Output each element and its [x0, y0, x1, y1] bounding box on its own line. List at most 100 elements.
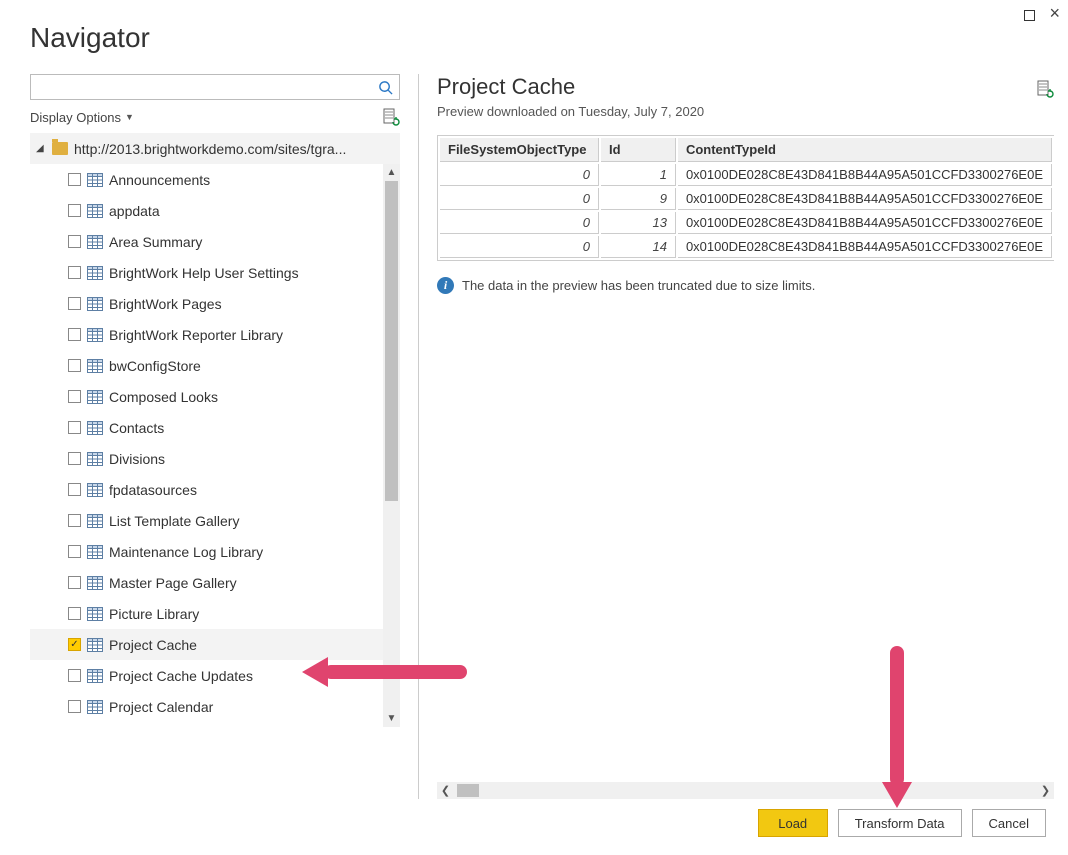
- checkbox[interactable]: [68, 297, 81, 310]
- table-cell: 0: [440, 212, 599, 234]
- tree-item-label: Picture Library: [109, 606, 199, 622]
- checkbox[interactable]: [68, 204, 81, 217]
- table-icon: [87, 235, 103, 249]
- tree-item-label: Project Cache Updates: [109, 668, 253, 684]
- tree-item[interactable]: BrightWork Pages: [30, 288, 383, 319]
- tree-item[interactable]: bwConfigStore: [30, 350, 383, 381]
- scroll-thumb[interactable]: [385, 181, 398, 501]
- scroll-right-icon[interactable]: ❯: [1037, 782, 1054, 799]
- tree-item[interactable]: BrightWork Help User Settings: [30, 257, 383, 288]
- checkbox[interactable]: [68, 390, 81, 403]
- table-row[interactable]: 0140x0100DE028C8E43D841B8B44A95A501CCFD3…: [440, 236, 1052, 258]
- checkbox[interactable]: [68, 576, 81, 589]
- tree-item[interactable]: fpdatasources: [30, 474, 383, 505]
- display-options-dropdown[interactable]: Display Options ▼: [30, 110, 134, 125]
- tree-item[interactable]: appdata: [30, 195, 383, 226]
- checkbox[interactable]: [68, 483, 81, 496]
- table-icon: [87, 545, 103, 559]
- panel-divider: [418, 74, 419, 799]
- tree-item[interactable]: Master Page Gallery: [30, 567, 383, 598]
- tree-item-label: List Template Gallery: [109, 513, 239, 529]
- scroll-down-icon[interactable]: ▼: [383, 710, 400, 727]
- checkbox[interactable]: [68, 173, 81, 186]
- table-cell: 14: [601, 236, 676, 258]
- page-title: Navigator: [0, 0, 1068, 54]
- column-header[interactable]: FileSystemObjectType: [440, 138, 599, 162]
- table-row[interactable]: 090x0100DE028C8E43D841B8B44A95A501CCFD33…: [440, 188, 1052, 210]
- checkbox[interactable]: [68, 421, 81, 434]
- table-icon: [87, 204, 103, 218]
- tree-item[interactable]: Announcements: [30, 164, 383, 195]
- table-icon: [87, 297, 103, 311]
- preview-refresh-icon[interactable]: [1036, 78, 1054, 96]
- tree-item[interactable]: Divisions: [30, 443, 383, 474]
- column-header[interactable]: Id: [601, 138, 676, 162]
- checkbox[interactable]: [68, 669, 81, 682]
- table-icon: [87, 173, 103, 187]
- horizontal-scrollbar[interactable]: ❮ ❯: [437, 782, 1054, 799]
- table-row[interactable]: 0130x0100DE028C8E43D841B8B44A95A501CCFD3…: [440, 212, 1052, 234]
- checkbox[interactable]: [68, 700, 81, 713]
- preview-table: FileSystemObjectType Id ContentTypeId 01…: [437, 135, 1054, 261]
- tree-item-label: Master Page Gallery: [109, 575, 237, 591]
- checkbox[interactable]: ✓: [68, 638, 81, 651]
- hscroll-thumb[interactable]: [457, 784, 479, 797]
- table-cell: 9: [601, 188, 676, 210]
- checkbox[interactable]: [68, 514, 81, 527]
- table-icon: [87, 359, 103, 373]
- vertical-scrollbar[interactable]: ▲ ▼: [383, 164, 400, 727]
- tree-item-label: BrightWork Help User Settings: [109, 265, 299, 281]
- display-options-label: Display Options: [30, 110, 121, 125]
- checkbox[interactable]: [68, 452, 81, 465]
- tree-item[interactable]: Composed Looks: [30, 381, 383, 412]
- checkbox[interactable]: [68, 607, 81, 620]
- tree-item[interactable]: Maintenance Log Library: [30, 536, 383, 567]
- table-icon: [87, 452, 103, 466]
- tree-item[interactable]: Project Status Report Cache: [30, 722, 383, 727]
- tree-item-label: Project Calendar: [109, 699, 213, 715]
- table-icon: [87, 669, 103, 683]
- checkbox[interactable]: [68, 328, 81, 341]
- tree-item-label: Project Cache: [109, 637, 197, 653]
- preview-panel: Project Cache Preview downloaded on Tues…: [437, 74, 1068, 799]
- checkbox[interactable]: [68, 545, 81, 558]
- maximize-icon[interactable]: [1024, 8, 1035, 24]
- cancel-button[interactable]: Cancel: [972, 809, 1046, 837]
- table-icon: [87, 607, 103, 621]
- refresh-icon[interactable]: [382, 108, 400, 126]
- tree-root[interactable]: ◢ http://2013.brightworkdemo.com/sites/t…: [30, 133, 400, 164]
- table-cell: 0: [440, 236, 599, 258]
- info-icon: i: [437, 277, 454, 294]
- column-header[interactable]: ContentTypeId: [678, 138, 1052, 162]
- tree-item[interactable]: Contacts: [30, 412, 383, 443]
- transform-data-button[interactable]: Transform Data: [838, 809, 962, 837]
- search-input[interactable]: [30, 74, 400, 100]
- checkbox[interactable]: [68, 266, 81, 279]
- table-cell: 0: [440, 164, 599, 186]
- close-icon[interactable]: ×: [1049, 8, 1060, 24]
- table-row[interactable]: 010x0100DE028C8E43D841B8B44A95A501CCFD33…: [440, 164, 1052, 186]
- collapse-caret-icon[interactable]: ◢: [36, 143, 46, 154]
- tree-item[interactable]: Project Cache Updates: [30, 660, 383, 691]
- tree-item[interactable]: Picture Library: [30, 598, 383, 629]
- checkbox[interactable]: [68, 359, 81, 372]
- tree-item[interactable]: ✓ Project Cache: [30, 629, 383, 660]
- navigator-panel: Display Options ▼ ◢ http://2013.brightwo…: [0, 74, 400, 799]
- load-button[interactable]: Load: [758, 809, 828, 837]
- tree-item[interactable]: Project Calendar: [30, 691, 383, 722]
- tree-item-label: Area Summary: [109, 234, 202, 250]
- table-icon: [87, 390, 103, 404]
- table-cell: 0x0100DE028C8E43D841B8B44A95A501CCFD3300…: [678, 188, 1052, 210]
- tree-item-label: fpdatasources: [109, 482, 197, 498]
- scroll-up-icon[interactable]: ▲: [383, 164, 400, 181]
- search-icon: [378, 80, 393, 95]
- scroll-left-icon[interactable]: ❮: [437, 782, 454, 799]
- table-cell: 0: [440, 188, 599, 210]
- tree-item[interactable]: List Template Gallery: [30, 505, 383, 536]
- tree-item[interactable]: Area Summary: [30, 226, 383, 257]
- table-icon: [87, 700, 103, 714]
- truncated-message: The data in the preview has been truncat…: [462, 278, 815, 293]
- folder-icon: [52, 142, 68, 155]
- checkbox[interactable]: [68, 235, 81, 248]
- tree-item[interactable]: BrightWork Reporter Library: [30, 319, 383, 350]
